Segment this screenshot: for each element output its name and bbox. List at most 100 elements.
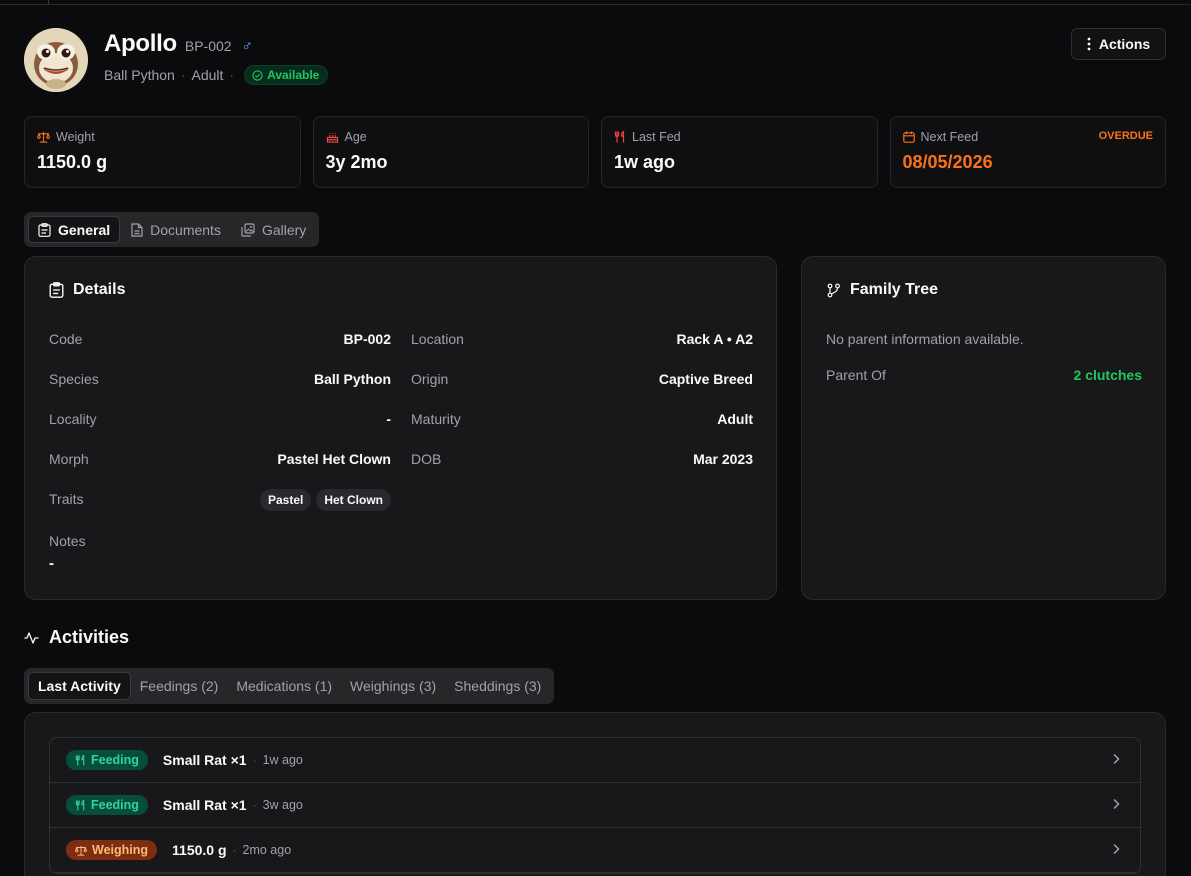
tab-last-activity[interactable]: Last Activity	[28, 672, 131, 700]
activity-time: 3w ago	[262, 798, 303, 812]
activity-row[interactable]: Weighing 1150.0 g · 2mo ago	[50, 828, 1140, 873]
detail-label: Species	[49, 371, 99, 387]
notes-label: Notes	[49, 533, 86, 549]
separator-dot: ·	[232, 843, 237, 857]
clutches-link[interactable]: 2 clutches	[1074, 367, 1142, 383]
details-title: Details	[73, 281, 126, 298]
stat-value: 3y 2mo	[325, 152, 388, 172]
stat-age: Age 3y 2mo	[312, 116, 589, 188]
separator-dot: ·	[252, 798, 257, 812]
detail-value: Mar 2023	[693, 451, 753, 467]
tab-medications[interactable]: Medications (1)	[227, 672, 341, 700]
tab-label: General	[58, 221, 111, 238]
activity-list: Feeding Small Rat ×1 · 1w ago Feeding Sm…	[49, 737, 1141, 874]
detail-label: Traits	[49, 491, 84, 507]
stat-label: Next Feed	[920, 130, 979, 144]
detail-dob: DOB Mar 2023	[411, 449, 753, 469]
detail-code: Code BP-002	[49, 329, 391, 349]
calendar-icon	[902, 131, 915, 143]
more-vertical-icon	[1087, 37, 1091, 51]
check-circle-icon	[252, 69, 263, 81]
detail-value: Pastel Het Clown	[277, 451, 391, 467]
clipboard-icon	[49, 282, 64, 298]
tab-general[interactable]: General	[28, 216, 121, 243]
status-badge: Available	[244, 65, 329, 85]
utensils-icon	[75, 754, 85, 766]
tab-documents[interactable]: Documents	[122, 216, 230, 243]
detail-value: Ball Python	[313, 371, 391, 387]
tab-sheddings[interactable]: Sheddings (3)	[445, 672, 550, 700]
detail-label: Locality	[49, 411, 97, 427]
images-icon	[241, 222, 255, 237]
detail-label: DOB	[411, 451, 442, 467]
scale-icon	[75, 845, 87, 856]
status-label: Available	[267, 68, 320, 82]
activities-heading: Activities	[24, 627, 129, 648]
tab-label: Documents	[150, 221, 221, 238]
family-tree-panel: Family Tree No parent information availa…	[801, 256, 1166, 600]
trait-chip: Het Clown	[316, 489, 391, 511]
stat-last-fed: Last Fed 1w ago	[601, 116, 878, 188]
animal-maturity: Adult	[191, 67, 224, 83]
chevron-right-icon	[1113, 798, 1120, 810]
detail-label: Maturity	[411, 411, 461, 427]
activity-type: Feeding	[91, 753, 139, 767]
activity-tabs: Last Activity Feedings (2) Medications (…	[24, 668, 555, 704]
stat-label: Age	[344, 130, 367, 144]
tab-label: Gallery	[261, 221, 307, 238]
family-empty-text: No parent information available.	[826, 331, 1024, 347]
stat-label: Last Fed	[632, 130, 681, 144]
stat-next-feed: Next Feed 08/05/2026 OVERDUE	[889, 116, 1166, 188]
animal-header: Apollo BP-002 ♂ Ball Python · Adult · Av…	[24, 28, 1166, 92]
stat-value: 1w ago	[614, 152, 676, 172]
file-icon	[131, 222, 143, 237]
tab-gallery[interactable]: Gallery	[232, 216, 315, 243]
details-panel: Details Code BP-002 Species Ball Python …	[24, 256, 777, 600]
weighing-badge: Weighing	[66, 840, 158, 860]
separator-dot: ·	[252, 753, 257, 767]
notes-value: -	[49, 555, 54, 572]
detail-label: Origin	[411, 371, 449, 387]
feeding-badge: Feeding	[66, 750, 148, 770]
activity-row[interactable]: Feeding Small Rat ×1 · 1w ago	[50, 738, 1140, 783]
activity-time: 1w ago	[262, 753, 303, 767]
stats-row: Weight 1150.0 g Age 3y 2mo Last Fed 1w a…	[24, 116, 1166, 188]
stat-value: 08/05/2026	[902, 152, 993, 172]
animal-code: BP-002	[184, 38, 232, 54]
activity-time: 2mo ago	[242, 843, 292, 857]
stat-weight: Weight 1150.0 g	[24, 116, 301, 188]
activity-panel: Feeding Small Rat ×1 · 1w ago Feeding Sm…	[24, 712, 1166, 876]
stat-value: 1150.0 g	[37, 152, 108, 172]
avatar	[24, 28, 88, 92]
detail-value: -	[386, 411, 391, 427]
detail-value: Rack A • A2	[676, 331, 754, 347]
detail-label: Morph	[49, 451, 89, 467]
chevron-right-icon	[1113, 843, 1120, 855]
chevron-right-icon	[1113, 753, 1120, 765]
trait-chip: Pastel	[259, 489, 312, 511]
separator-dot: ·	[180, 67, 186, 83]
detail-morph: Morph Pastel Het Clown	[49, 449, 391, 469]
animal-name: Apollo	[104, 30, 177, 57]
detail-species: Species Ball Python	[49, 369, 391, 389]
utensils-icon	[614, 131, 625, 143]
detail-value: Adult	[717, 411, 753, 427]
activity-row[interactable]: Feeding Small Rat ×1 · 3w ago	[50, 783, 1140, 828]
detail-locality: Locality -	[49, 409, 391, 429]
family-title: Family Tree	[850, 281, 939, 298]
detail-tabs: General Documents Gallery	[24, 212, 320, 247]
detail-maturity: Maturity Adult	[411, 409, 753, 429]
parent-of-label: Parent Of	[826, 367, 886, 383]
git-branch-icon	[827, 283, 840, 297]
detail-value: Captive Breed	[658, 371, 753, 387]
utensils-icon	[75, 799, 85, 811]
male-icon: ♂	[241, 38, 253, 55]
activities-title: Activities	[49, 627, 130, 647]
actions-button[interactable]: Actions	[1071, 28, 1166, 60]
tab-weighings[interactable]: Weighings (3)	[341, 672, 445, 700]
activity-type: Feeding	[91, 798, 139, 812]
detail-location: Location Rack A • A2	[411, 329, 753, 349]
tab-feedings[interactable]: Feedings (2)	[131, 672, 228, 700]
activity-type: Weighing	[92, 843, 149, 857]
scale-icon	[37, 131, 50, 143]
